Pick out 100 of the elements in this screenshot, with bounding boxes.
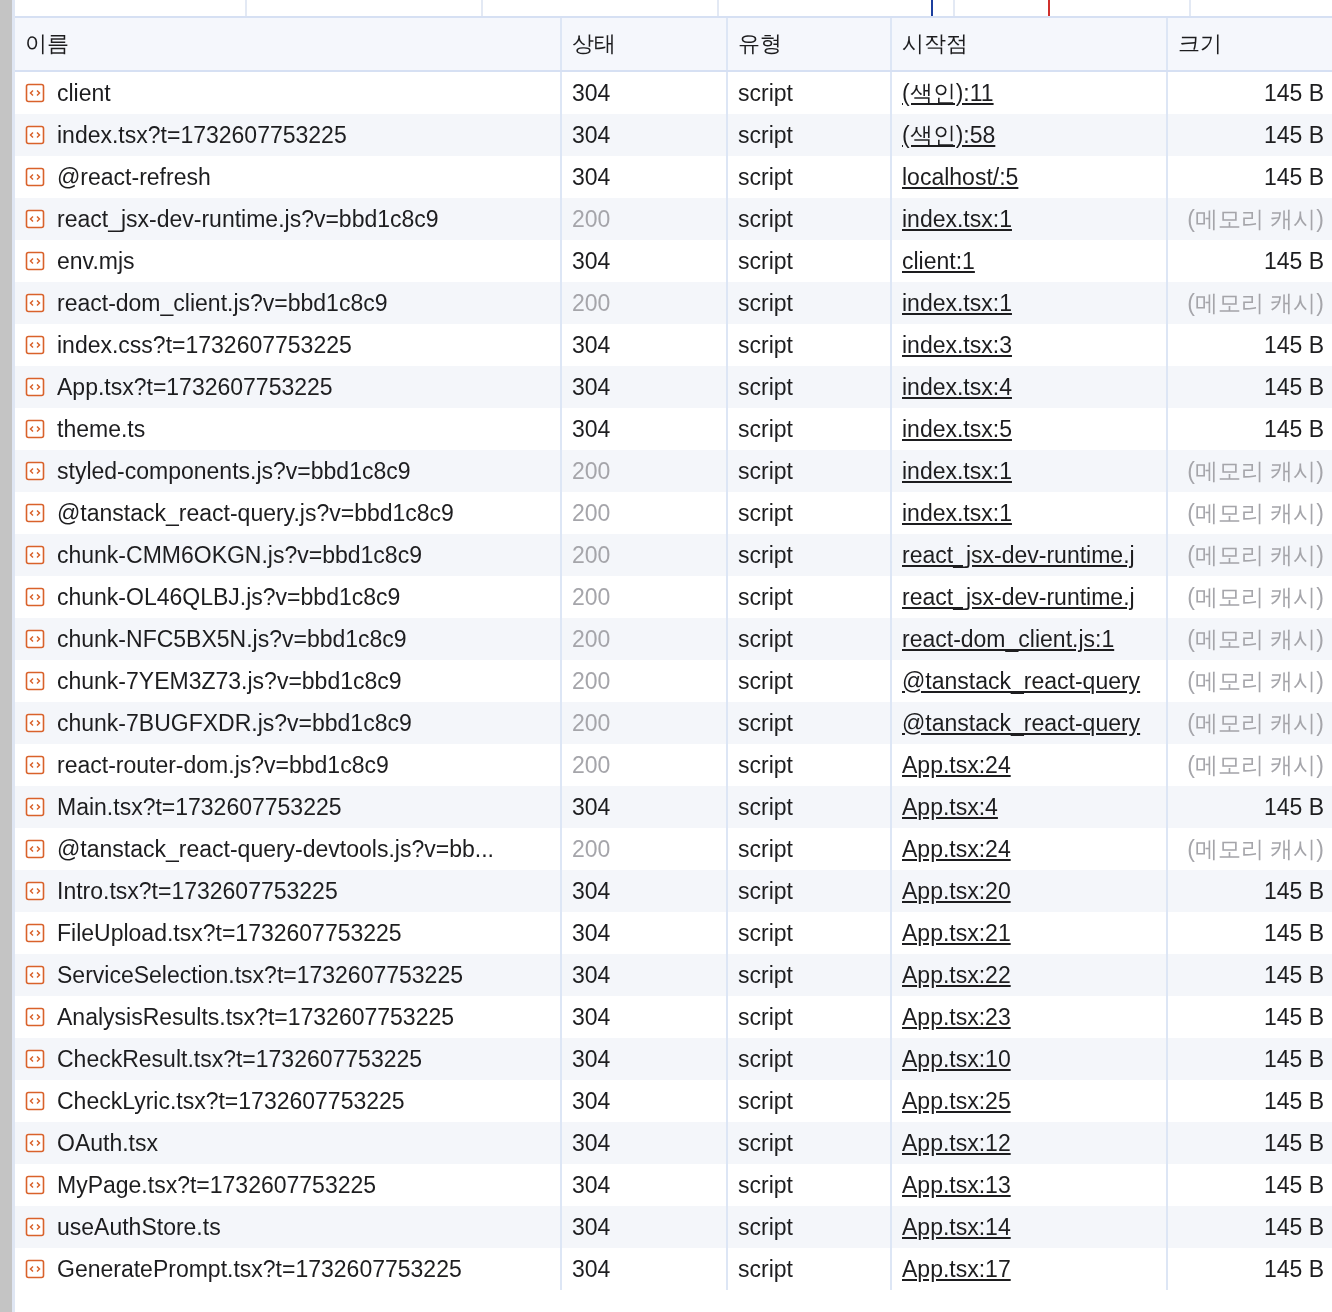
request-name[interactable]: styled-components.js?v=bbd1c8c9 — [57, 457, 411, 485]
request-name[interactable]: chunk-7YEM3Z73.js?v=bbd1c8c9 — [57, 667, 402, 695]
request-name[interactable]: CheckLyric.tsx?t=1732607753225 — [57, 1087, 405, 1115]
size-cell-text: 145 B — [1262, 246, 1325, 276]
request-name[interactable]: CheckResult.tsx?t=1732607753225 — [57, 1045, 423, 1073]
initiator-link[interactable]: index.tsx:1 — [902, 205, 1012, 233]
request-name[interactable]: chunk-7BUGFXDR.js?v=bbd1c8c9 — [57, 709, 412, 737]
script-file-icon — [25, 1091, 45, 1111]
request-name[interactable]: env.mjs — [57, 247, 135, 275]
initiator-link[interactable]: client:1 — [902, 247, 975, 275]
request-name[interactable]: ServiceSelection.tsx?t=1732607753225 — [57, 961, 463, 989]
request-name[interactable]: client — [57, 79, 111, 107]
script-file-icon — [25, 923, 45, 943]
request-name[interactable]: FileUpload.tsx?t=1732607753225 — [57, 919, 402, 947]
initiator-link[interactable]: App.tsx:21 — [902, 919, 1011, 947]
initiator-link[interactable]: react_jsx-dev-runtime.j — [902, 541, 1135, 569]
script-file-icon — [25, 125, 45, 145]
initiator-link[interactable]: App.tsx:14 — [902, 1213, 1011, 1241]
request-name[interactable]: useAuthStore.ts — [57, 1213, 221, 1241]
column-header[interactable]: 이름 — [15, 18, 562, 70]
request-name[interactable]: OAuth.tsx — [57, 1129, 158, 1157]
script-file-icon — [25, 335, 45, 355]
initiator-link[interactable]: index.tsx:1 — [902, 457, 1012, 485]
request-name[interactable]: Main.tsx?t=1732607753225 — [57, 793, 342, 821]
request-name[interactable]: index.css?t=1732607753225 — [57, 331, 352, 359]
request-name[interactable]: chunk-CMM6OKGN.js?v=bbd1c8c9 — [57, 541, 422, 569]
script-file-icon — [25, 713, 45, 733]
size-cell-text: (메모리 캐시) — [1186, 666, 1325, 696]
script-file-icon — [25, 377, 45, 397]
initiator-link[interactable]: App.tsx:24 — [902, 751, 1011, 779]
request-name[interactable]: chunk-OL46QLBJ.js?v=bbd1c8c9 — [57, 583, 401, 611]
request-name[interactable]: GeneratePrompt.tsx?t=1732607753225 — [57, 1255, 462, 1283]
script-file-icon — [25, 545, 45, 565]
initiator-link[interactable]: App.tsx:25 — [902, 1087, 1011, 1115]
initiator-link[interactable]: @tanstack_react-query — [902, 709, 1141, 737]
initiator-link[interactable]: App.tsx:13 — [902, 1171, 1011, 1199]
initiator-link[interactable]: @tanstack_react-query — [902, 667, 1141, 695]
script-file-icon — [25, 251, 45, 271]
size-cell-text: 145 B — [1262, 1002, 1325, 1032]
request-name[interactable]: index.tsx?t=1732607753225 — [57, 121, 347, 149]
initiator-link[interactable]: index.tsx:1 — [902, 499, 1012, 527]
initiator-link[interactable]: react-dom_client.js:1 — [902, 625, 1115, 653]
timeline-marker — [931, 0, 933, 16]
size-cell-text: (메모리 캐시) — [1186, 540, 1325, 570]
initiator-link[interactable]: react_jsx-dev-runtime.j — [902, 583, 1135, 611]
column-header[interactable]: 상태 — [562, 18, 728, 70]
request-name[interactable]: @tanstack_react-query-devtools.js?v=bb... — [57, 835, 494, 863]
size-cell-text: (메모리 캐시) — [1186, 708, 1325, 738]
column-header[interactable]: 유형 — [728, 18, 892, 70]
request-name[interactable]: App.tsx?t=1732607753225 — [57, 373, 333, 401]
script-file-icon — [25, 503, 45, 523]
request-name[interactable]: @react-refresh — [57, 163, 211, 191]
initiator-link[interactable]: index.tsx:5 — [902, 415, 1012, 443]
size-cell-text: (메모리 캐시) — [1186, 750, 1325, 780]
size-cell-text: 145 B — [1262, 876, 1325, 906]
size-cell-text: (메모리 캐시) — [1186, 456, 1325, 486]
script-file-icon — [25, 755, 45, 775]
request-name[interactable]: chunk-NFC5BX5N.js?v=bbd1c8c9 — [57, 625, 407, 653]
size-cell-text: (메모리 캐시) — [1186, 834, 1325, 864]
request-name[interactable]: Intro.tsx?t=1732607753225 — [57, 877, 338, 905]
column-header[interactable]: 시작점 — [892, 18, 1168, 70]
initiator-link[interactable]: App.tsx:10 — [902, 1045, 1011, 1073]
column-header[interactable]: 크기 — [1168, 18, 1332, 70]
size-cell-text: 145 B — [1262, 372, 1325, 402]
request-name[interactable]: AnalysisResults.tsx?t=1732607753225 — [57, 1003, 455, 1031]
script-file-icon — [25, 209, 45, 229]
script-file-icon — [25, 839, 45, 859]
initiator-link[interactable]: (색인):11 — [902, 77, 994, 109]
request-name[interactable]: MyPage.tsx?t=1732607753225 — [57, 1171, 377, 1199]
request-name[interactable]: theme.ts — [57, 415, 146, 443]
script-file-icon — [25, 881, 45, 901]
script-file-icon — [25, 83, 45, 103]
size-cell-text: 145 B — [1262, 1044, 1325, 1074]
initiator-link[interactable]: index.tsx:4 — [902, 373, 1012, 401]
initiator-link[interactable]: App.tsx:12 — [902, 1129, 1011, 1157]
request-name[interactable]: react-router-dom.js?v=bbd1c8c9 — [57, 751, 389, 779]
request-name[interactable]: @tanstack_react-query.js?v=bbd1c8c9 — [57, 499, 454, 527]
initiator-link[interactable]: localhost/:5 — [902, 163, 1019, 191]
request-name[interactable]: react_jsx-dev-runtime.js?v=bbd1c8c9 — [57, 205, 439, 233]
script-file-icon — [25, 1175, 45, 1195]
initiator-link[interactable]: index.tsx:1 — [902, 289, 1012, 317]
initiator-link[interactable]: App.tsx:23 — [902, 1003, 1011, 1031]
request-name[interactable]: react-dom_client.js?v=bbd1c8c9 — [57, 289, 388, 317]
size-cell-text: 145 B — [1262, 792, 1325, 822]
size-cell-text: (메모리 캐시) — [1186, 288, 1325, 318]
initiator-link[interactable]: App.tsx:20 — [902, 877, 1011, 905]
script-file-icon — [25, 1133, 45, 1153]
script-file-icon — [25, 587, 45, 607]
size-cell-text: (메모리 캐시) — [1186, 204, 1325, 234]
script-file-icon — [25, 293, 45, 313]
initiator-link[interactable]: index.tsx:3 — [902, 331, 1012, 359]
initiator-link[interactable]: App.tsx:24 — [902, 835, 1011, 863]
initiator-link[interactable]: App.tsx:17 — [902, 1255, 1011, 1283]
initiator-link[interactable]: App.tsx:22 — [902, 961, 1011, 989]
size-cell-text: 145 B — [1262, 414, 1325, 444]
initiator-link[interactable]: (색인):58 — [902, 119, 996, 151]
initiator-link[interactable]: App.tsx:4 — [902, 793, 998, 821]
size-cell-text: 145 B — [1262, 120, 1325, 150]
script-file-icon — [25, 419, 45, 439]
size-cell-text: 145 B — [1262, 1212, 1325, 1242]
